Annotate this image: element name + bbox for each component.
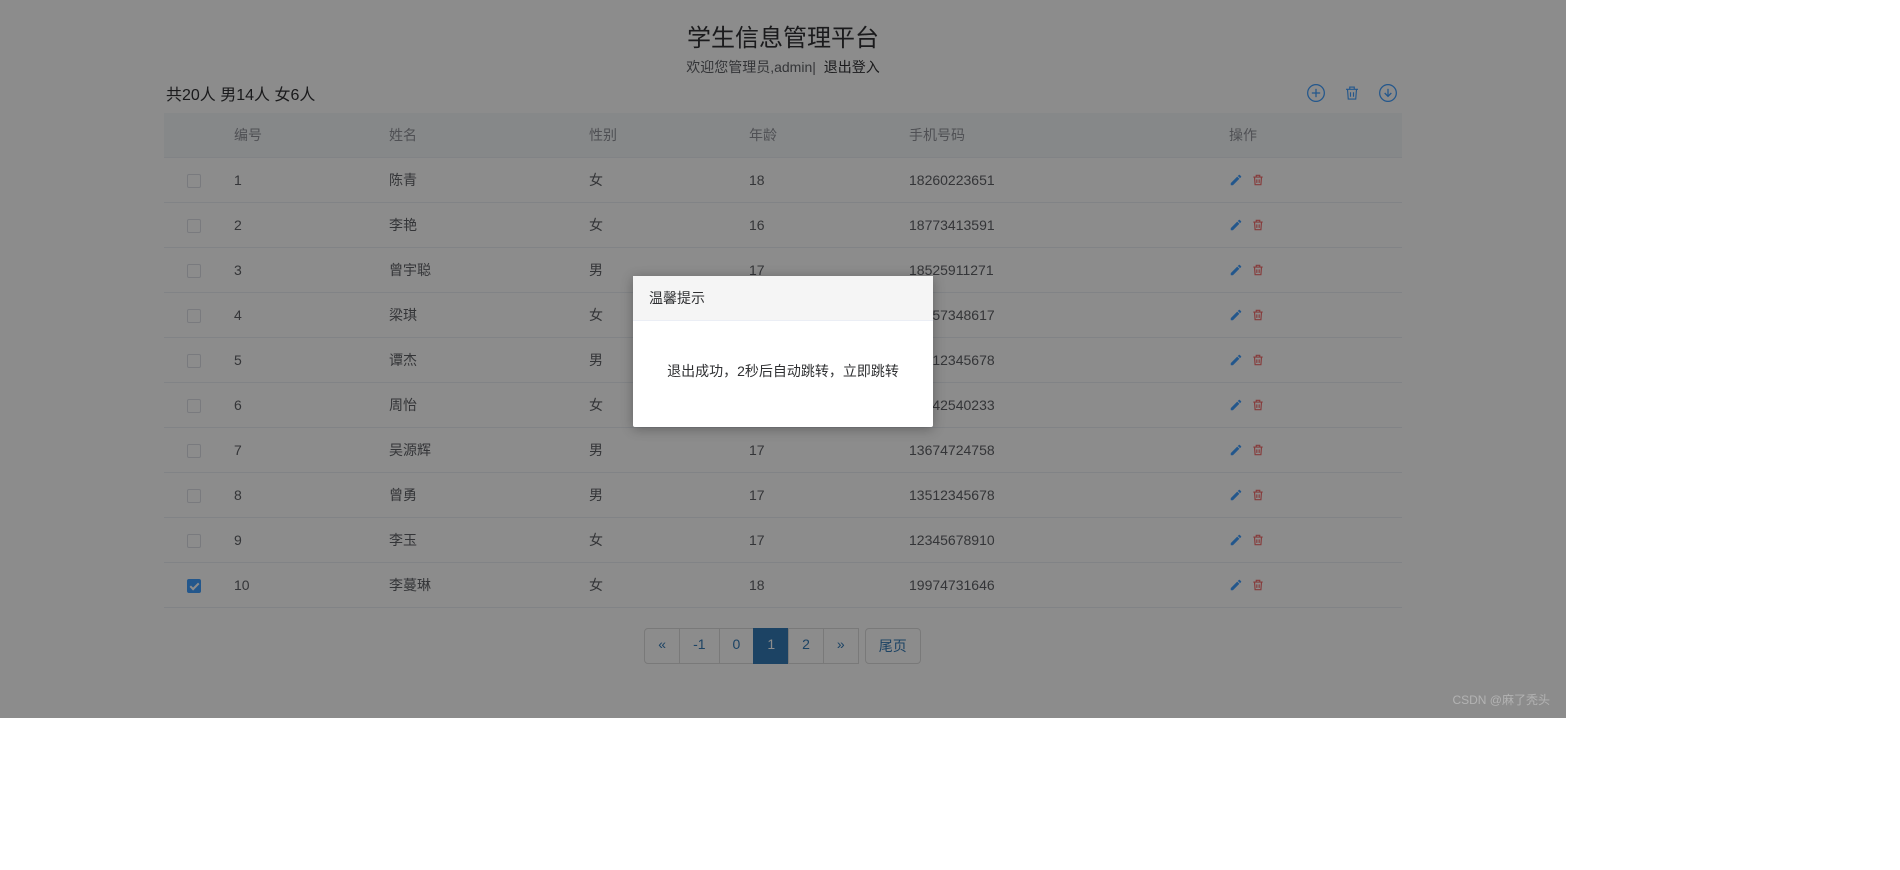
watermark: CSDN @麻了秃头 (1452, 691, 1550, 708)
dialog-body: 退出成功，2秒后自动跳转，立即跳转 (633, 321, 933, 427)
dialog-title: 温馨提示 (633, 276, 933, 321)
dialog: 温馨提示 退出成功，2秒后自动跳转，立即跳转 (633, 276, 933, 427)
